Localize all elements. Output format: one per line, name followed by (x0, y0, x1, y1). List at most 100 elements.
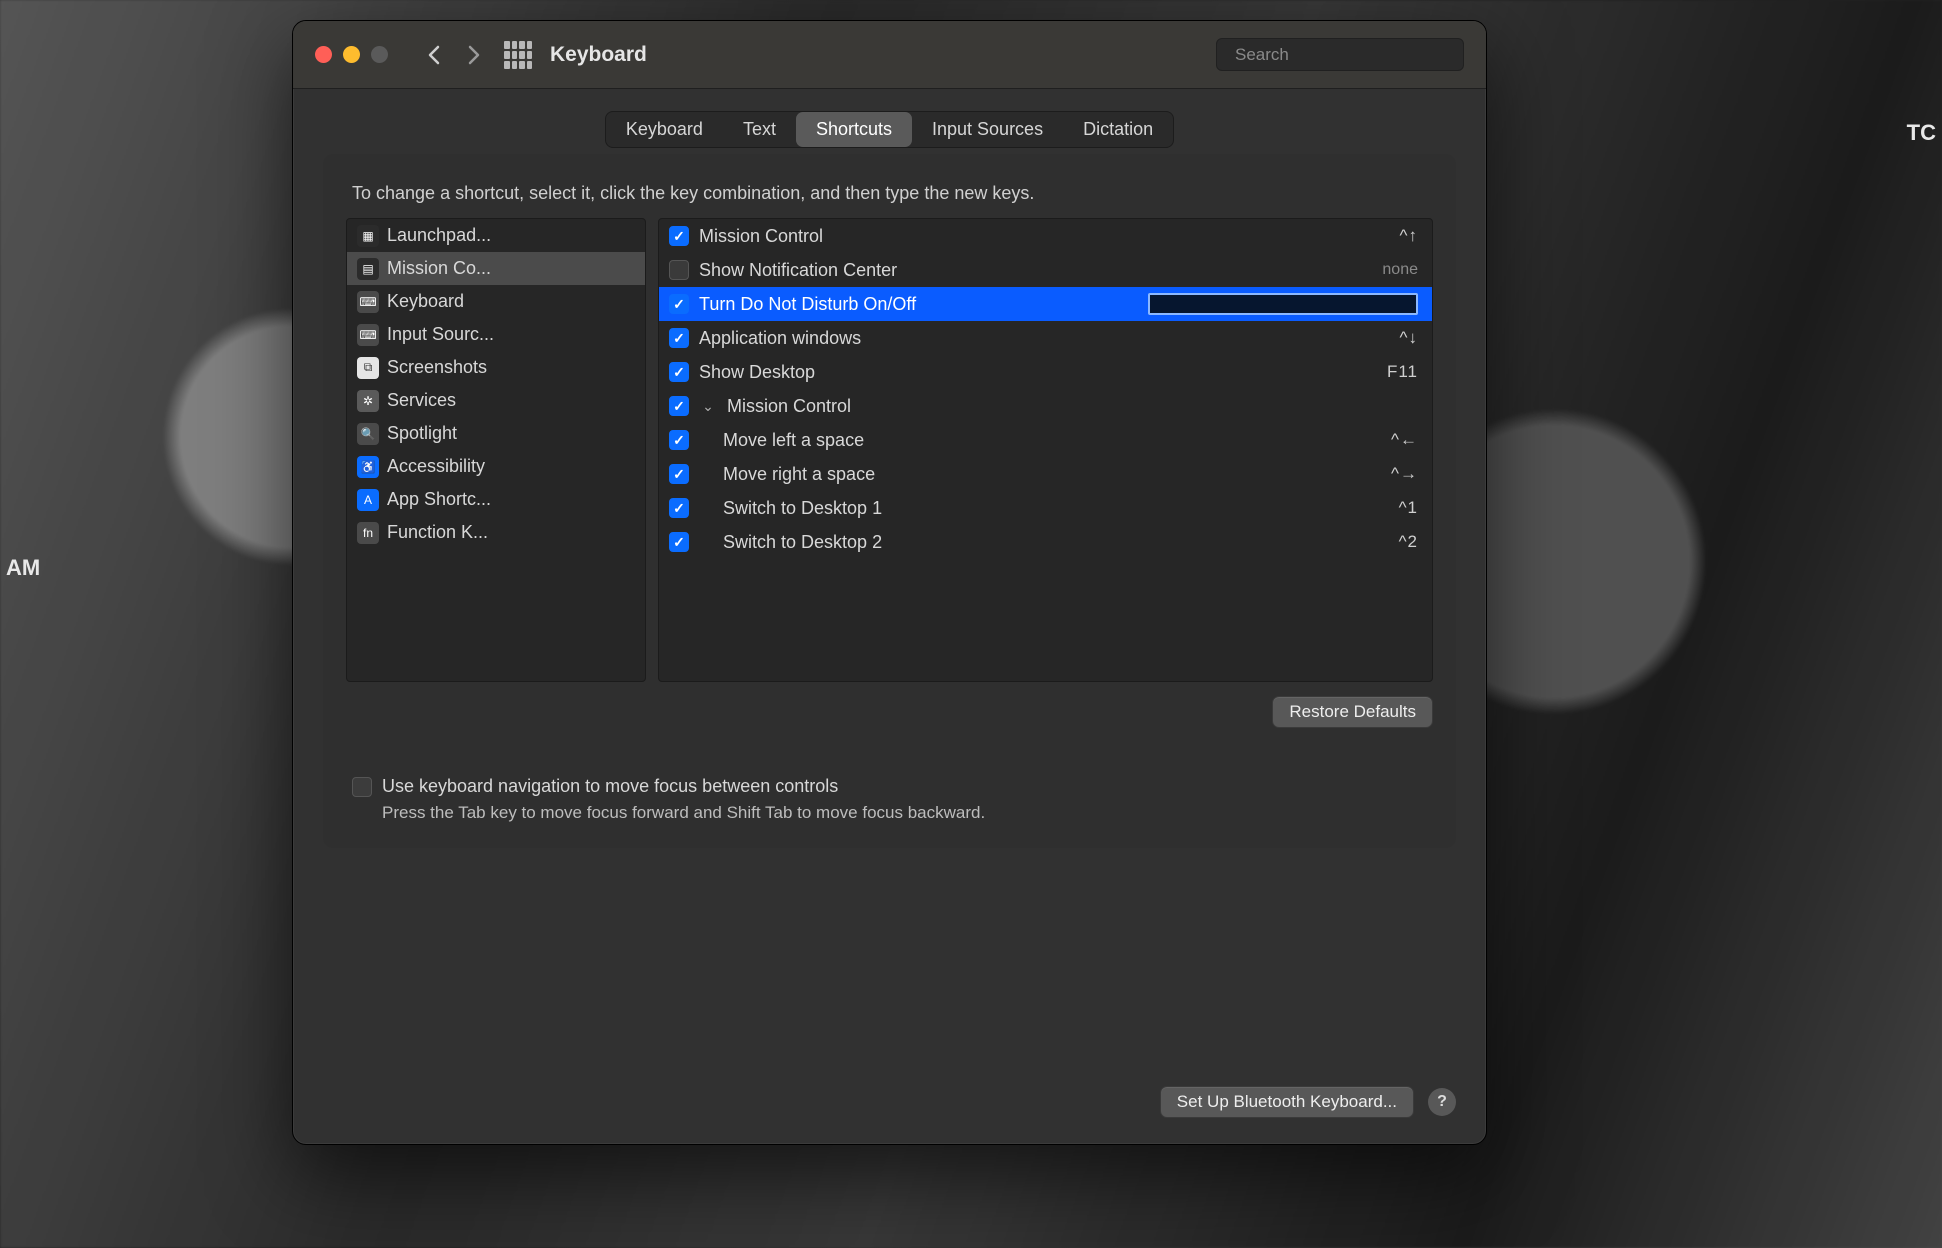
category-label: Input Sourc... (387, 324, 494, 345)
shortcut-key-input[interactable] (1148, 293, 1418, 315)
shortcut-label: Move right a space (699, 464, 1381, 485)
category-list[interactable]: ▦ Launchpad... ▤Mission Co... ⌨ Keyboard ⌨ Inp… (346, 218, 646, 682)
preferences-window: Keyboard Keyboard Text Shortcuts Input S… (292, 20, 1487, 1145)
category-label: Launchpad... (387, 225, 491, 246)
shortcut-row[interactable]: Move right a space ^→ (659, 457, 1432, 491)
shortcut-key[interactable]: ^← (1391, 430, 1418, 450)
category-label: Function K... (387, 522, 488, 543)
shortcut-key[interactable]: none (1382, 261, 1418, 279)
category-row[interactable]: ♿ Accessibility (347, 450, 645, 483)
category-row[interactable]: ▤Mission Co... (347, 252, 645, 285)
shortcut-key[interactable]: F11 (1387, 362, 1418, 382)
category-row[interactable]: ▦ Launchpad... (347, 219, 645, 252)
shortcut-row[interactable]: Application windows ^↓ (659, 321, 1432, 355)
window-title: Keyboard (550, 43, 647, 67)
spotlight-icon: 🔍 (357, 423, 379, 445)
search-field[interactable] (1216, 38, 1464, 71)
shortcut-row[interactable]: Mission Control ^↑ (659, 219, 1432, 253)
category-row[interactable]: fn Function K... (347, 516, 645, 549)
shortcut-key[interactable]: ^1 (1399, 498, 1418, 518)
tab-text[interactable]: Text (723, 112, 796, 147)
accessibility-icon: ♿ (357, 456, 379, 478)
keyboard-nav-hint: Press the Tab key to move focus forward … (382, 803, 1427, 823)
desktop-text-right: TC (1907, 120, 1936, 146)
shortcut-key[interactable]: ^→ (1391, 464, 1418, 484)
keyboard-nav-label: Use keyboard navigation to move focus be… (382, 776, 838, 797)
help-button[interactable]: ? (1428, 1088, 1456, 1116)
shortcut-key[interactable]: ^↑ (1400, 226, 1418, 246)
shortcut-row[interactable]: ⌄ Mission Control (659, 389, 1432, 423)
shortcut-label: Switch to Desktop 2 (699, 532, 1389, 553)
category-label: Accessibility (387, 456, 485, 477)
instructions-text: To change a shortcut, select it, click t… (352, 183, 1427, 204)
shortcut-label: Show Desktop (699, 362, 1377, 383)
app-shortcuts-icon: A (357, 489, 379, 511)
input-sources-icon: ⌨ (357, 324, 379, 346)
shortcut-checkbox[interactable] (669, 464, 689, 484)
search-input[interactable] (1235, 45, 1456, 65)
category-label: App Shortc... (387, 489, 491, 510)
minimize-button[interactable] (343, 46, 360, 63)
tab-shortcuts[interactable]: Shortcuts (796, 112, 912, 147)
forward-button[interactable] (458, 39, 490, 71)
shortcut-row[interactable]: Switch to Desktop 2 ^2 (659, 525, 1432, 559)
traffic-lights (315, 46, 388, 63)
shortcut-label: Mission Control (699, 226, 1390, 247)
shortcut-list[interactable]: Mission Control ^↑ Show Notification Cente… (658, 218, 1433, 682)
screenshots-icon: ⧉ (357, 357, 379, 379)
restore-defaults-button[interactable]: Restore Defaults (1272, 696, 1433, 728)
tab-input-sources[interactable]: Input Sources (912, 112, 1063, 147)
chevron-down-icon[interactable]: ⌄ (699, 398, 717, 415)
shortcut-row[interactable]: Show Notification Center none (659, 253, 1432, 287)
shortcut-checkbox[interactable] (669, 396, 689, 416)
segmented-control: Keyboard Text Shortcuts Input Sources Di… (605, 111, 1174, 148)
keyboard-nav-checkbox[interactable] (352, 777, 372, 797)
chevron-left-icon (426, 45, 442, 65)
category-row[interactable]: 🔍 Spotlight (347, 417, 645, 450)
shortcut-label: Switch to Desktop 1 (699, 498, 1389, 519)
shortcut-row[interactable]: Show Desktop F11 (659, 355, 1432, 389)
category-row[interactable]: A App Shortc... (347, 483, 645, 516)
shortcut-checkbox[interactable] (669, 362, 689, 382)
back-button[interactable] (418, 39, 450, 71)
titlebar: Keyboard (293, 21, 1486, 89)
tab-dictation[interactable]: Dictation (1063, 112, 1173, 147)
category-label: Screenshots (387, 357, 487, 378)
shortcut-key[interactable]: ^2 (1399, 532, 1418, 552)
shortcut-checkbox[interactable] (669, 430, 689, 450)
category-label: Spotlight (387, 423, 457, 444)
tab-keyboard[interactable]: Keyboard (606, 112, 723, 147)
tab-bar: Keyboard Text Shortcuts Input Sources Di… (293, 89, 1486, 148)
shortcut-label: Move left a space (699, 430, 1381, 451)
category-label: Keyboard (387, 291, 464, 312)
shortcut-label: Show Notification Center (699, 260, 1372, 281)
shortcut-checkbox[interactable] (669, 328, 689, 348)
bluetooth-keyboard-button[interactable]: Set Up Bluetooth Keyboard... (1160, 1086, 1414, 1118)
category-row[interactable]: ⌨ Input Sourc... (347, 318, 645, 351)
shortcut-checkbox[interactable] (669, 532, 689, 552)
category-label: Services (387, 390, 456, 411)
category-row[interactable]: ✲Services (347, 384, 645, 417)
shortcuts-group: To change a shortcut, select it, click t… (323, 154, 1456, 848)
keyboard-icon: ⌨ (357, 291, 379, 313)
shortcut-row[interactable]: Switch to Desktop 1 ^1 (659, 491, 1432, 525)
show-all-button[interactable] (504, 41, 532, 69)
function-keys-icon: fn (357, 522, 379, 544)
chevron-right-icon (466, 45, 482, 65)
category-row[interactable]: ⌨ Keyboard (347, 285, 645, 318)
shortcut-checkbox[interactable] (669, 498, 689, 518)
shortcut-row[interactable]: Turn Do Not Disturb On/Off (659, 287, 1432, 321)
close-button[interactable] (315, 46, 332, 63)
zoom-button[interactable] (371, 46, 388, 63)
category-row[interactable]: ⧉ Screenshots (347, 351, 645, 384)
category-label: Mission Co... (387, 258, 491, 279)
shortcut-checkbox[interactable] (669, 294, 689, 314)
launchpad-icon: ▦ (357, 225, 379, 247)
shortcut-checkbox[interactable] (669, 226, 689, 246)
shortcut-checkbox[interactable] (669, 260, 689, 280)
shortcut-label: Mission Control (727, 396, 1418, 417)
shortcut-key[interactable]: ^↓ (1400, 328, 1418, 348)
shortcut-row[interactable]: Move left a space ^← (659, 423, 1432, 457)
desktop-text-left: AM (6, 555, 40, 581)
shortcut-label: Application windows (699, 328, 1390, 349)
